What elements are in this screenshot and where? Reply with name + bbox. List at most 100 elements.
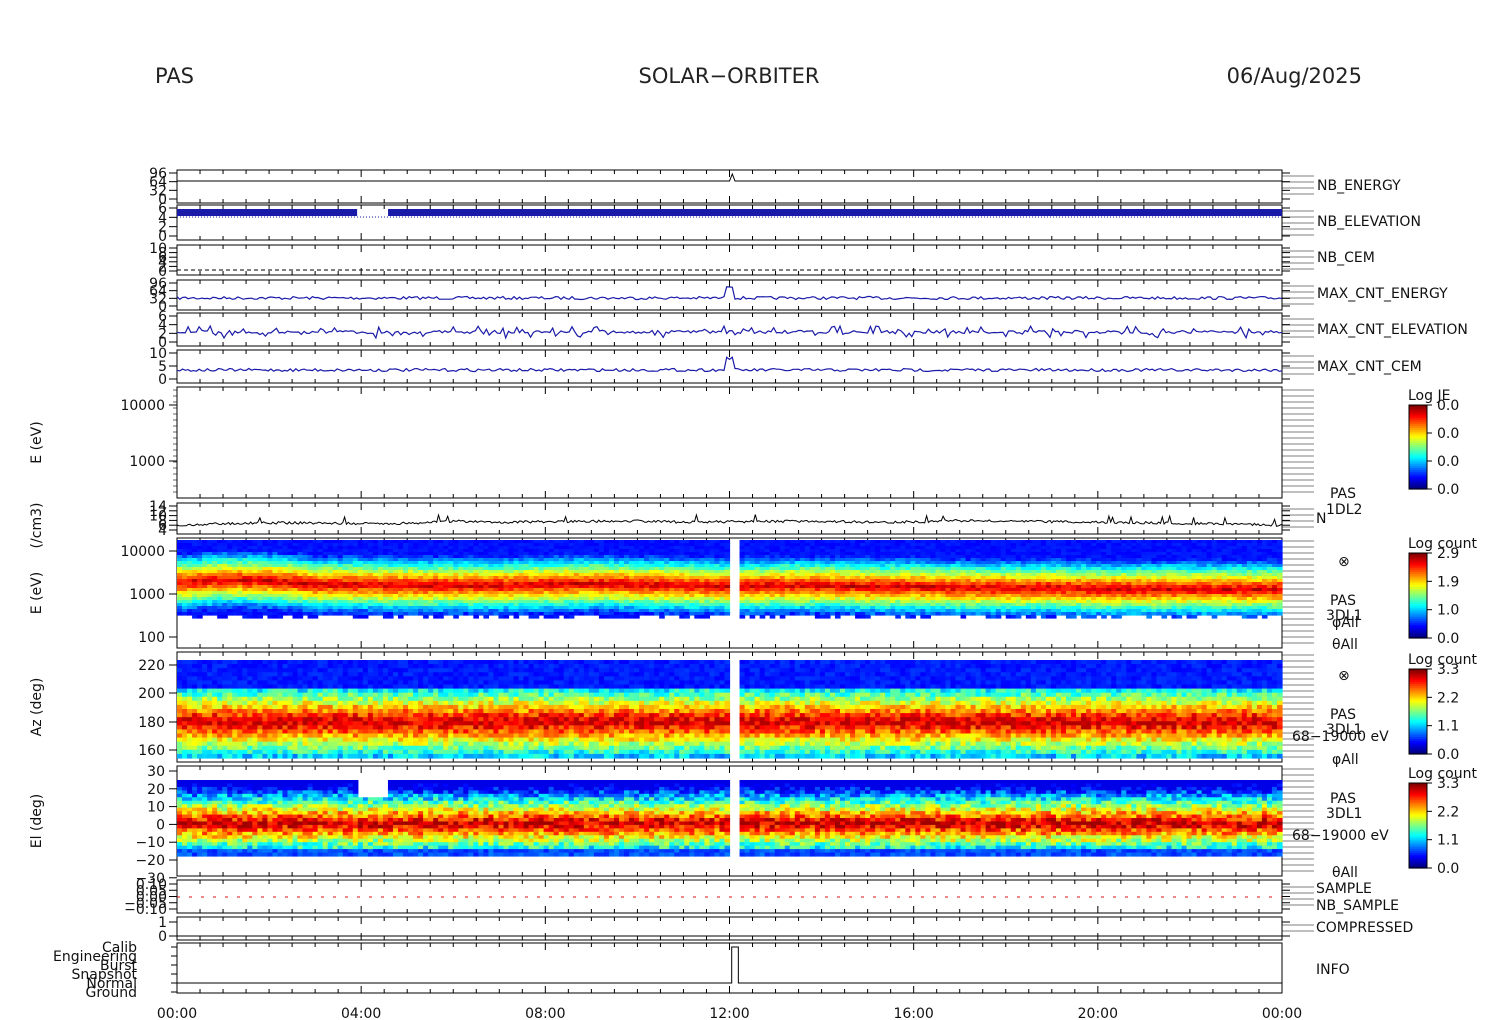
y-tick-label: 1000 bbox=[129, 454, 165, 470]
heat-cell bbox=[332, 612, 339, 616]
heat-cell bbox=[804, 612, 811, 616]
heat-cell bbox=[508, 612, 515, 616]
pas-summary-figure: PAS SOLAR−ORBITER 06/Aug/2025 9664320642… bbox=[29, 64, 1477, 1020]
heat-cell bbox=[699, 615, 705, 619]
heat-cell bbox=[458, 612, 464, 616]
heat-cell bbox=[377, 612, 384, 616]
heat-cell bbox=[774, 612, 781, 616]
heat-cell bbox=[548, 615, 555, 619]
heat-cell bbox=[588, 612, 595, 616]
heat-cell bbox=[674, 612, 680, 616]
y-tick-label: 10000 bbox=[120, 398, 165, 414]
heat-cell bbox=[694, 615, 700, 619]
heat-cell bbox=[759, 615, 766, 619]
max-cnt-trace bbox=[176, 286, 1283, 301]
heat-cell bbox=[357, 615, 364, 619]
heat-cell bbox=[538, 612, 545, 616]
heat-cell bbox=[850, 612, 856, 616]
heat-cell bbox=[573, 612, 580, 616]
data-gap bbox=[357, 209, 389, 216]
heat-cell bbox=[247, 615, 253, 619]
heat-cell bbox=[809, 612, 816, 616]
heat-cell bbox=[784, 612, 791, 616]
heat-cell bbox=[287, 612, 294, 616]
heat-cell bbox=[649, 612, 655, 616]
heat-cell bbox=[473, 615, 479, 619]
heat-cell bbox=[910, 615, 916, 619]
heat-cell bbox=[619, 615, 625, 619]
heat-cell bbox=[905, 615, 911, 619]
heat-cell bbox=[327, 612, 334, 616]
heat-cell bbox=[709, 612, 716, 616]
heat-cell bbox=[322, 612, 329, 616]
y-axis-label: E (eV) bbox=[29, 421, 45, 463]
heat-cell bbox=[930, 612, 937, 616]
heat-cell bbox=[639, 612, 645, 616]
heat-cell bbox=[453, 615, 459, 619]
y-tick-label: 10000 bbox=[120, 544, 165, 560]
heat-cell bbox=[528, 615, 535, 619]
heat-cell bbox=[749, 615, 756, 619]
heat-cell bbox=[719, 612, 726, 616]
heat-cell bbox=[603, 615, 610, 619]
heat-cell bbox=[222, 615, 228, 619]
heat-cell bbox=[613, 615, 620, 619]
heat-cell bbox=[935, 612, 942, 616]
heat-cell bbox=[608, 615, 615, 619]
density-trace bbox=[176, 513, 1283, 527]
heat-cell bbox=[302, 612, 309, 616]
heat-cell bbox=[865, 615, 871, 619]
heat-cell bbox=[664, 612, 670, 616]
heat-cell bbox=[940, 612, 947, 616]
heat-cell bbox=[187, 612, 193, 616]
heat-cell bbox=[478, 612, 484, 616]
heat-cell bbox=[744, 612, 751, 616]
heat-cell bbox=[895, 615, 901, 619]
heat-cell bbox=[272, 615, 279, 619]
heat-cell bbox=[724, 612, 731, 616]
heat-cell bbox=[262, 612, 269, 616]
heat-cell bbox=[533, 615, 540, 619]
energy-heatmap bbox=[177, 540, 1283, 619]
heat-cell bbox=[282, 612, 289, 616]
heat-cell bbox=[342, 612, 349, 616]
heat-cell bbox=[553, 615, 560, 619]
heat-cell bbox=[543, 615, 550, 619]
heat-cell bbox=[659, 615, 665, 619]
heat-cell bbox=[644, 612, 650, 616]
heat-cell bbox=[428, 612, 434, 616]
heat-cell bbox=[945, 612, 952, 616]
heat-cell bbox=[212, 612, 218, 616]
max-cnt-trace bbox=[176, 356, 1283, 373]
heat-cell bbox=[764, 612, 771, 616]
heat-cell bbox=[829, 612, 836, 616]
heat-cell bbox=[418, 612, 424, 616]
heat-cell bbox=[483, 615, 490, 619]
heat-cell bbox=[689, 612, 695, 616]
heat-cell bbox=[382, 615, 389, 619]
max-cnt-trace bbox=[176, 324, 1283, 340]
heat-cell bbox=[463, 612, 469, 616]
heat-cell bbox=[880, 612, 886, 616]
heat-cell bbox=[317, 612, 324, 616]
heat-cell bbox=[885, 612, 891, 616]
heat-cell bbox=[789, 612, 796, 616]
heat-cell bbox=[202, 612, 208, 616]
heat-cell bbox=[834, 615, 841, 619]
heat-cell bbox=[503, 615, 510, 619]
heat-cell bbox=[704, 615, 711, 619]
heat-cell bbox=[679, 615, 685, 619]
heat-cell bbox=[488, 612, 495, 616]
heat-cell bbox=[568, 615, 575, 619]
heat-cell bbox=[257, 615, 263, 619]
heat-cell bbox=[624, 615, 630, 619]
heat-cell bbox=[578, 612, 585, 616]
heat-cell bbox=[855, 615, 861, 619]
y-tick-label: 4 bbox=[158, 523, 167, 539]
heat-cell bbox=[403, 612, 409, 616]
heat-cell bbox=[799, 612, 806, 616]
heat-cell bbox=[217, 615, 223, 619]
heat-cell bbox=[438, 615, 444, 619]
heat-cell bbox=[890, 612, 896, 616]
heat-cell bbox=[498, 615, 505, 619]
